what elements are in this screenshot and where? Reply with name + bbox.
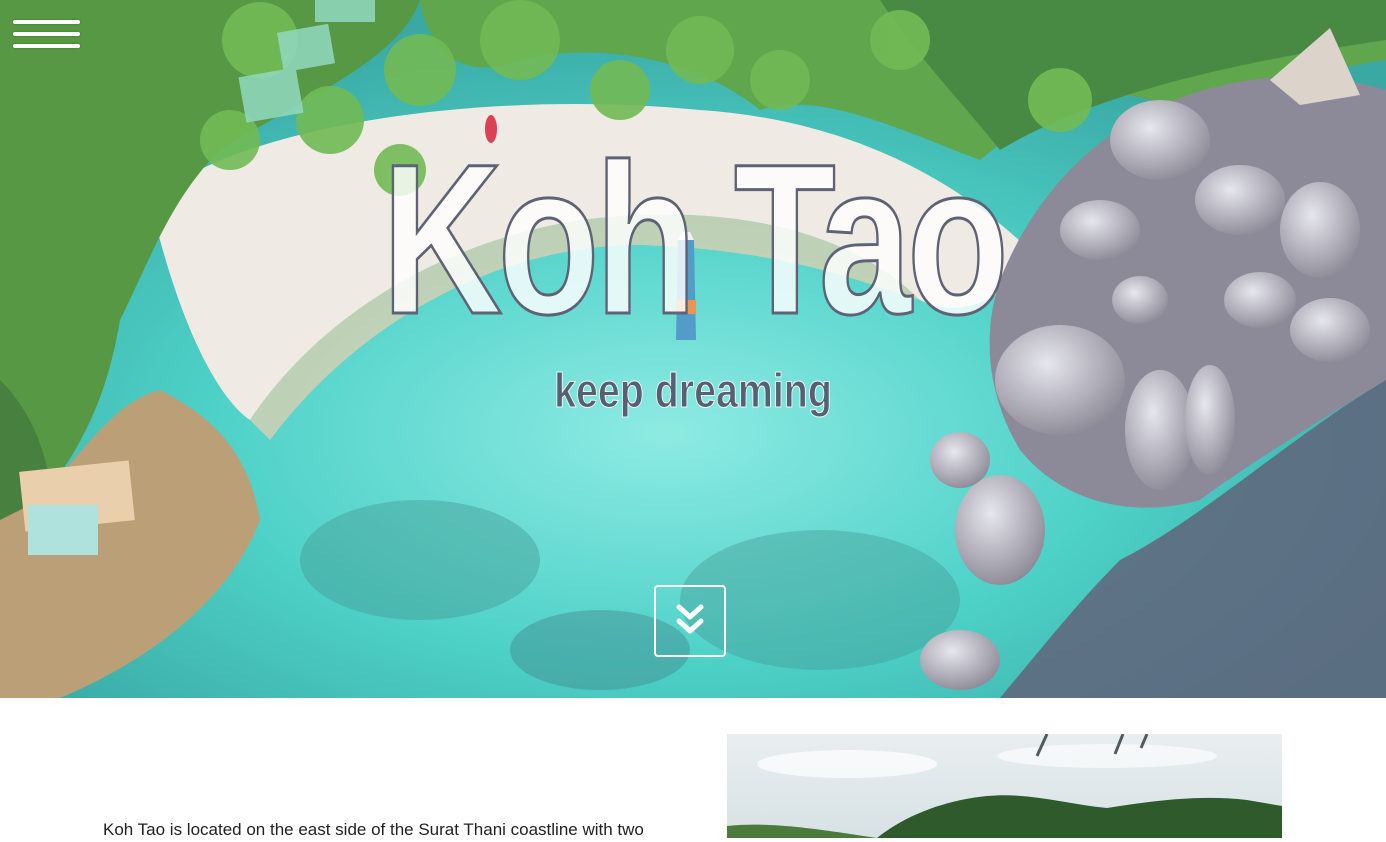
double-chevron-down-icon bbox=[676, 604, 704, 634]
intro-section: Koh Tao is located on the east side of t… bbox=[0, 698, 1386, 839]
hero-title: Koh Tao bbox=[381, 120, 1010, 359]
hamburger-menu-icon[interactable] bbox=[13, 18, 81, 52]
menu-line-middle bbox=[13, 32, 80, 36]
island-photo bbox=[727, 734, 1282, 838]
hero-subtitle: keep dreaming bbox=[554, 365, 833, 419]
menu-line-top bbox=[13, 20, 80, 24]
hero-section: Koh Tao keep dreaming bbox=[0, 0, 1386, 698]
intro-paragraph: Koh Tao is located on the east side of t… bbox=[103, 820, 644, 839]
scroll-down-button[interactable] bbox=[654, 585, 726, 657]
menu-line-bottom bbox=[13, 44, 80, 48]
